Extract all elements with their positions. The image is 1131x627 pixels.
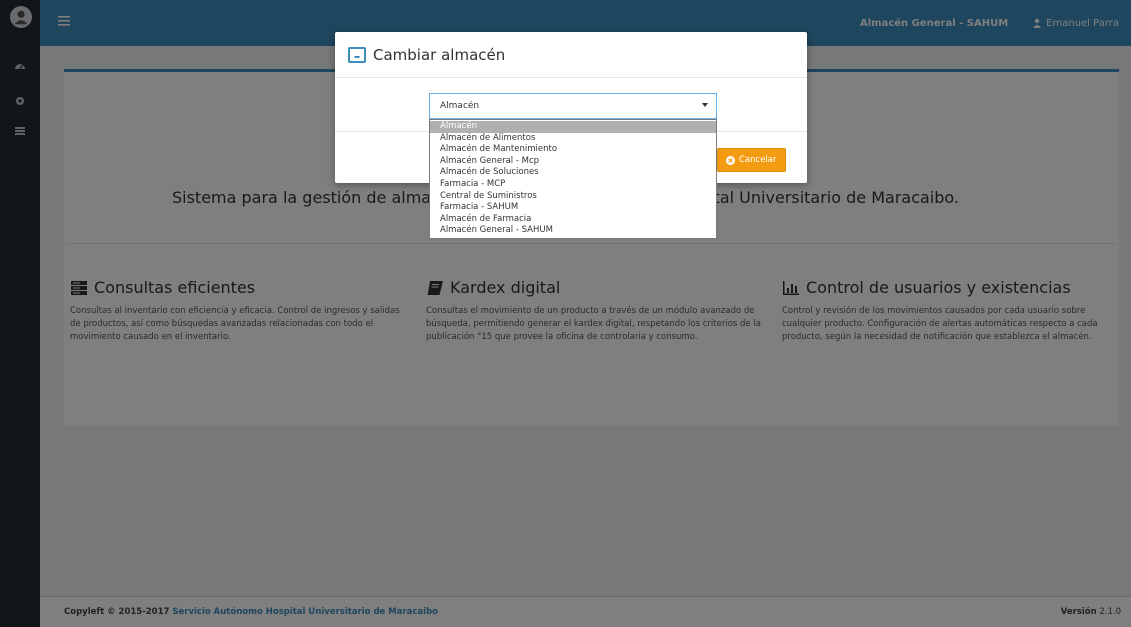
warehouse-select[interactable]: Almacén (429, 93, 717, 119)
dropdown-option[interactable]: Central de Suministros (430, 191, 716, 203)
select-value: Almacén (440, 101, 480, 111)
cancel-label: Cancelar (739, 155, 777, 165)
dropdown-option[interactable]: Farmacia - SAHUM (430, 202, 716, 214)
dropdown-option[interactable]: Almacén General - Mcp (430, 156, 716, 168)
modal-title: Cambiar almacén (373, 45, 506, 64)
dropdown-option[interactable]: Almacén de Soluciones (430, 167, 716, 179)
dropdown-option[interactable]: Almacén de Mantenimiento (430, 144, 716, 156)
cancel-button[interactable]: Cancelar (717, 148, 786, 172)
dropdown-option[interactable]: Almacén de Alimentos (430, 133, 716, 145)
dropdown-option[interactable]: Almacén (430, 121, 716, 133)
dropdown-option[interactable]: Farmacia - MCP (430, 179, 716, 191)
dropdown-option[interactable]: Almacén General - SAHUM (430, 225, 716, 237)
modal-header: Cambiar almacén (335, 32, 807, 78)
warehouse-dropdown-list: Almacén Almacén de Alimentos Almacén de Ma… (429, 119, 717, 239)
inbox-icon (348, 46, 366, 63)
chevron-down-icon (702, 103, 708, 107)
close-circle-icon (726, 155, 735, 165)
dropdown-option[interactable]: Almacén de Farmacia (430, 214, 716, 226)
